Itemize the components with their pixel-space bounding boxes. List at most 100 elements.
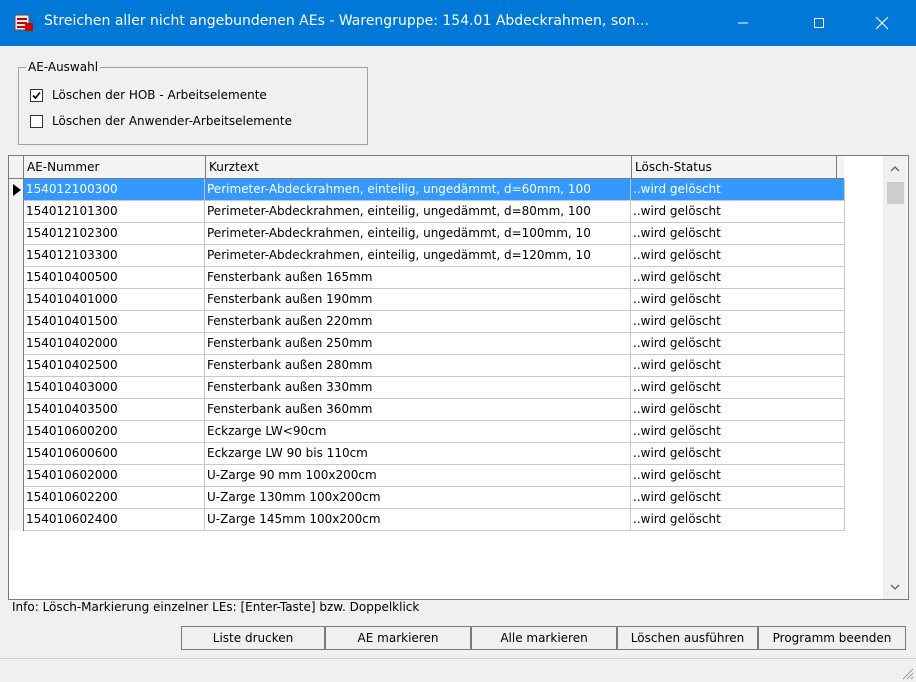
kurztext-cell: Fensterbank außen 165mm [205, 267, 631, 288]
ae-nummer-cell: 154010403000 [24, 377, 205, 398]
title-bar: Streichen aller nicht angebundenen AEs -… [0, 0, 916, 46]
row-indicator-column [9, 179, 24, 531]
table-row[interactable]: 154012101300 Perimeter-Abdeckrahmen, eint… [24, 201, 845, 223]
status-cell: ..wird gelöscht [631, 465, 845, 486]
status-cell: ..wird gelöscht [631, 421, 845, 442]
hob-checkbox[interactable] [30, 88, 43, 102]
check-icon [32, 91, 41, 99]
ae-nummer-cell: 154010602000 [24, 465, 205, 486]
resize-grip-icon[interactable] [900, 666, 914, 680]
kurztext-cell: Fensterbank außen 280mm [205, 355, 631, 376]
status-cell: ..wird gelöscht [631, 245, 845, 266]
maximize-icon [814, 18, 824, 28]
ae-nummer-cell: 154010401500 [24, 311, 205, 332]
close-button[interactable] [852, 0, 912, 46]
status-cell: ..wird gelöscht [631, 223, 845, 244]
app-icon [14, 14, 33, 31]
kurztext-cell: Eckzarge LW 90 bis 110cm [205, 443, 631, 464]
ae-nummer-cell: 154010402500 [24, 355, 205, 376]
kurztext-cell: Fensterbank außen 250mm [205, 333, 631, 354]
ae-nummer-cell: 154010402000 [24, 333, 205, 354]
kurztext-cell: U-Zarge 90 mm 100x200cm [205, 465, 631, 486]
ae-table[interactable]: AE-Nummer Kurztext Lösch-Status 15401210… [8, 155, 909, 600]
ae-auswahl-group [18, 67, 368, 145]
mark-ae-button[interactable]: AE markieren [325, 626, 471, 650]
status-cell: ..wird gelöscht [631, 289, 845, 310]
vertical-scrollbar[interactable] [883, 156, 907, 599]
table-row[interactable]: 154010402500 Fensterbank außen 280mm ..wir… [24, 355, 845, 377]
status-bar [0, 658, 916, 682]
ae-nummer-cell: 154010600200 [24, 421, 205, 442]
ae-nummer-cell: 154010403500 [24, 399, 205, 420]
kurztext-cell: Perimeter-Abdeckrahmen, einteilig, unged… [205, 245, 631, 266]
anwender-checkbox-label: Löschen der Anwender-Arbeitselemente [52, 114, 292, 128]
status-cell: ..wird gelöscht [631, 267, 845, 288]
status-cell: ..wird gelöscht [631, 355, 845, 376]
kurztext-cell: Fensterbank außen 190mm [205, 289, 631, 310]
print-list-button[interactable]: Liste drucken [181, 626, 325, 650]
ae-nummer-cell: 154012100300 [24, 179, 205, 200]
ae-nummer-cell: 154010400500 [24, 267, 205, 288]
table-row[interactable]: 154010600200 Eckzarge LW<90cm ..wird gelös… [24, 421, 845, 443]
table-row[interactable]: 154010602400 U-Zarge 145mm 100x200cm ..wir… [24, 509, 845, 531]
status-cell: ..wird gelöscht [631, 487, 845, 508]
status-cell: ..wird gelöscht [631, 399, 845, 420]
window-title: Streichen aller nicht angebundenen AEs -… [44, 13, 649, 29]
table-row[interactable]: 154012102300 Perimeter-Abdeckrahmen, eint… [24, 223, 845, 245]
column-header-loesch-status[interactable]: Lösch-Status [632, 156, 837, 178]
ae-nummer-cell: 154010602400 [24, 509, 205, 530]
table-row[interactable]: 154012103300 Perimeter-Abdeckrahmen, eint… [24, 245, 845, 267]
maximize-button[interactable] [796, 0, 842, 46]
header-corner [9, 156, 24, 178]
table-row[interactable]: 154010602000 U-Zarge 90 mm 100x200cm ..wir… [24, 465, 845, 487]
kurztext-cell: Perimeter-Abdeckrahmen, einteilig, unged… [205, 201, 631, 222]
hob-checkbox-label: Löschen der HOB - Arbeitselemente [52, 88, 267, 102]
kurztext-cell: Perimeter-Abdeckrahmen, einteilig, unged… [205, 179, 631, 200]
anwender-checkbox[interactable] [30, 114, 43, 128]
close-icon [875, 16, 889, 30]
table-row[interactable]: 154010401500 Fensterbank außen 220mm ..wir… [24, 311, 845, 333]
ae-nummer-cell: 154012101300 [24, 201, 205, 222]
table-row[interactable]: 154010402000 Fensterbank außen 250mm ..wir… [24, 333, 845, 355]
info-text: Info: Lösch-Markierung einzelner LEs: [E… [12, 600, 420, 614]
ae-nummer-cell: 154012103300 [24, 245, 205, 266]
column-header-kurztext[interactable]: Kurztext [206, 156, 632, 178]
table-row[interactable]: 154010600600 Eckzarge LW 90 bis 110cm ..wi… [24, 443, 845, 465]
table-row[interactable]: 154010400500 Fensterbank außen 165mm ..wir… [24, 267, 845, 289]
status-cell: ..wird gelöscht [631, 509, 845, 530]
status-cell: ..wird gelöscht [631, 333, 845, 354]
kurztext-cell: Perimeter-Abdeckrahmen, einteilig, unged… [205, 223, 631, 244]
status-cell: ..wird gelöscht [631, 377, 845, 398]
status-cell: ..wird gelöscht [631, 443, 845, 464]
scroll-down-icon[interactable] [890, 584, 900, 590]
current-row-arrow-icon [13, 184, 21, 196]
ae-nummer-cell: 154010602200 [24, 487, 205, 508]
table-row[interactable]: 154010401000 Fensterbank außen 190mm ..wir… [24, 289, 845, 311]
minimize-icon [738, 22, 748, 24]
delete-execute-button[interactable]: Löschen ausführen [617, 626, 758, 650]
kurztext-cell: Fensterbank außen 330mm [205, 377, 631, 398]
exit-program-button[interactable]: Programm beenden [758, 626, 906, 650]
ae-nummer-cell: 154010600600 [24, 443, 205, 464]
table-row[interactable]: 154010403500 Fensterbank außen 360mm ..wir… [24, 399, 845, 421]
table-header: AE-Nummer Kurztext Lösch-Status [9, 156, 844, 179]
table-row[interactable]: 154012100300 Perimeter-Abdeckrahmen, eint… [24, 179, 845, 201]
kurztext-cell: Fensterbank außen 220mm [205, 311, 631, 332]
ae-nummer-cell: 154012102300 [24, 223, 205, 244]
ae-nummer-cell: 154010401000 [24, 289, 205, 310]
status-cell: ..wird gelöscht [631, 311, 845, 332]
anwender-checkbox-row[interactable]: Löschen der Anwender-Arbeitselemente [30, 114, 292, 128]
mark-all-button[interactable]: Alle markieren [471, 626, 617, 650]
table-row[interactable]: 154010403000 Fensterbank außen 330mm ..wir… [24, 377, 845, 399]
minimize-button[interactable] [720, 0, 766, 46]
hob-checkbox-row[interactable]: Löschen der HOB - Arbeitselemente [30, 88, 267, 102]
scroll-up-icon[interactable] [890, 166, 900, 172]
kurztext-cell: U-Zarge 145mm 100x200cm [205, 509, 631, 530]
column-header-ae-nummer[interactable]: AE-Nummer [24, 156, 206, 178]
kurztext-cell: Fensterbank außen 360mm [205, 399, 631, 420]
scroll-thumb[interactable] [887, 182, 904, 204]
kurztext-cell: Eckzarge LW<90cm [205, 421, 631, 442]
status-cell: ..wird gelöscht [631, 201, 845, 222]
table-row[interactable]: 154010602200 U-Zarge 130mm 100x200cm ..wir… [24, 487, 845, 509]
status-cell: ..wird gelöscht [631, 179, 845, 200]
